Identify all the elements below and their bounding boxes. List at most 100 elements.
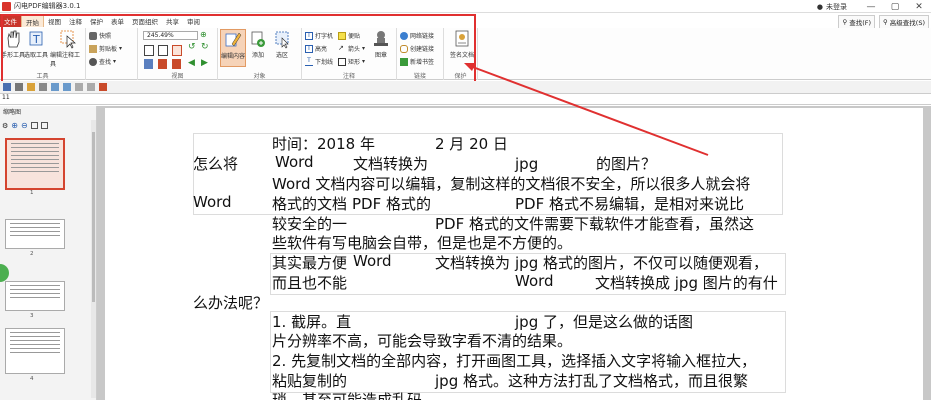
page-thumbnail-4[interactable]: [5, 328, 65, 374]
zoom-in-thumb-icon[interactable]: ⊕: [11, 121, 18, 130]
typewriter-button[interactable]: T 打字机: [305, 31, 333, 40]
doc-line[interactable]: 时间：2018 年: [272, 135, 375, 153]
create-link-button[interactable]: 创建链接: [400, 44, 434, 53]
doc-line[interactable]: 些软件有写电脑会自带，但是也是不方便的。: [272, 234, 572, 252]
sign-document-button[interactable]: 签名文档: [450, 29, 474, 59]
tab-file[interactable]: 文件: [0, 14, 21, 27]
tab-form[interactable]: 表单: [107, 14, 128, 27]
doc-line[interactable]: 的图片？: [596, 155, 656, 173]
doc-line[interactable]: PDF 格式的文件需要下载软件才能查看，虽然这: [435, 215, 754, 233]
doc-line[interactable]: Word: [193, 193, 232, 211]
doc-line[interactable]: PDF 格式不易编辑，是相对来说比: [515, 195, 744, 213]
doc-line[interactable]: 其实最方便: [272, 254, 347, 272]
select-tool-button[interactable]: T 选取工具: [24, 29, 48, 59]
doc-line[interactable]: 文档转换为: [435, 254, 510, 272]
zoom-out-thumb-icon[interactable]: ⊖: [21, 121, 28, 130]
sticky-note-button[interactable]: 便贴: [338, 31, 360, 40]
page-thumbnail-2[interactable]: [5, 219, 65, 249]
redo-icon[interactable]: [63, 83, 71, 91]
doc-line[interactable]: 粘贴复制的: [272, 372, 347, 390]
advanced-find-button[interactable]: ⚲ 高级查找(S): [879, 15, 929, 29]
prev-page-icon[interactable]: ◀: [188, 58, 195, 68]
doc-line[interactable]: PDF 格式的: [352, 195, 431, 213]
continuous-icon[interactable]: [172, 59, 181, 69]
stamp-button[interactable]: 图章: [372, 29, 390, 59]
doc-line[interactable]: 片分辨率不高，可能会导致字看不清的结果。: [272, 332, 572, 350]
rotate-left-icon[interactable]: ↺: [188, 42, 196, 52]
edit-content-button[interactable]: 编辑内容: [220, 29, 246, 67]
doc-line[interactable]: 琐，甚至可能造成乱码。: [272, 391, 437, 400]
tab-page-organize[interactable]: 页面组织: [128, 14, 162, 27]
doc-line[interactable]: jpg 格式的图片，不仅可以随便观看，: [515, 254, 768, 272]
hand-small-icon[interactable]: [87, 83, 95, 91]
tab-view[interactable]: 视图: [44, 14, 65, 27]
selection-button[interactable]: 选区: [273, 29, 291, 59]
highlight-button[interactable]: T 高亮: [305, 44, 327, 53]
sidebar-scrollbar[interactable]: [91, 120, 96, 398]
find-tool-button[interactable]: 查找 ▾: [89, 57, 116, 66]
doc-line[interactable]: Word: [353, 252, 392, 270]
fit-width-icon[interactable]: [172, 45, 182, 56]
doc-line[interactable]: jpg 了，但是这么做的话图: [515, 313, 693, 331]
doc-line[interactable]: 较安全的一: [272, 215, 347, 233]
find-button[interactable]: ⚲ 查找(F): [838, 15, 876, 29]
doc-line[interactable]: Word 文档内容可以编辑，复制这样的文档很不安全，所以很多人就会将: [272, 175, 750, 193]
save-icon[interactable]: [3, 83, 11, 91]
pointer-icon[interactable]: [75, 83, 83, 91]
underline-button[interactable]: T 下划线: [305, 57, 333, 66]
doc-line[interactable]: Word: [275, 153, 314, 171]
document-tab[interactable]: 11: [0, 94, 931, 105]
doc-line[interactable]: 文档转换成 jpg 图片的有什: [595, 274, 778, 292]
doc-line[interactable]: 怎么将: [193, 155, 238, 173]
tab-comment[interactable]: 注释: [65, 14, 86, 27]
pdf-icon[interactable]: [99, 83, 107, 91]
edit-annotation-tool-button[interactable]: 编辑注释工具: [50, 29, 85, 68]
rotate-right-icon[interactable]: ↻: [201, 42, 209, 52]
tab-protect[interactable]: 保护: [86, 14, 107, 27]
page-view-icon[interactable]: [144, 59, 153, 69]
hand-tool-label: 手形工具: [1, 52, 26, 59]
next-page-icon[interactable]: ▶: [201, 58, 208, 68]
maximize-button[interactable]: ▢: [883, 0, 907, 13]
web-link-button[interactable]: 网络链接: [400, 31, 434, 40]
undo-icon[interactable]: [51, 83, 59, 91]
group-tools-label: 工具: [36, 73, 49, 80]
extract-icon[interactable]: [40, 122, 48, 129]
doc-line[interactable]: 2. 先复制文档的全部内容，打开画图工具，选择插入文字将输入框拉大，: [272, 352, 756, 370]
zoom-select[interactable]: 245.49%: [143, 31, 198, 40]
open-icon[interactable]: [27, 83, 35, 91]
two-page-icon[interactable]: [158, 59, 167, 69]
close-button[interactable]: ✕: [907, 0, 931, 13]
arrow-button[interactable]: ↗ 箭头 ▾: [338, 44, 365, 53]
hand-tool-button[interactable]: 手形工具: [1, 29, 25, 59]
add-button[interactable]: 添加: [249, 29, 267, 59]
minimize-button[interactable]: —: [859, 0, 883, 13]
login-status[interactable]: ● 未登录: [817, 2, 847, 12]
doc-line[interactable]: Word: [515, 272, 554, 290]
clipboard-button[interactable]: 剪贴板 ▾: [89, 44, 122, 53]
add-bookmark-button[interactable]: 新增书签: [400, 57, 434, 66]
doc-line[interactable]: 文档转换为: [353, 155, 428, 173]
options-icon[interactable]: ⚙: [2, 122, 8, 130]
email-icon[interactable]: [39, 83, 47, 91]
actual-size-icon[interactable]: [158, 45, 168, 56]
rectangle-button[interactable]: 矩形 ▾: [338, 57, 365, 66]
zoom-in-icon[interactable]: ⊕: [200, 30, 207, 39]
doc-line[interactable]: 1. 截屏。直: [272, 313, 351, 331]
doc-line[interactable]: 么办法呢？: [193, 294, 268, 312]
doc-line[interactable]: 而且也不能: [272, 274, 347, 292]
tab-review[interactable]: 审阅: [183, 14, 204, 27]
doc-line[interactable]: 2 月 20 日: [435, 135, 508, 153]
doc-line[interactable]: jpg: [515, 155, 538, 173]
grid-icon[interactable]: [30, 122, 38, 129]
page-thumbnail-1[interactable]: [5, 138, 65, 190]
fit-page-icon[interactable]: [144, 45, 154, 56]
snapshot-button[interactable]: 快照: [89, 31, 111, 40]
tab-home[interactable]: 开始: [21, 14, 44, 27]
doc-line[interactable]: 格式的文档: [272, 195, 347, 213]
sidebar-scrollbar-thumb[interactable]: [92, 132, 95, 302]
doc-line[interactable]: jpg 格式。这种方法打乱了文档格式，而且很繁: [435, 372, 748, 390]
page-thumbnail-3[interactable]: [5, 281, 65, 311]
print-icon[interactable]: [15, 83, 23, 91]
tab-share[interactable]: 共享: [162, 14, 183, 27]
